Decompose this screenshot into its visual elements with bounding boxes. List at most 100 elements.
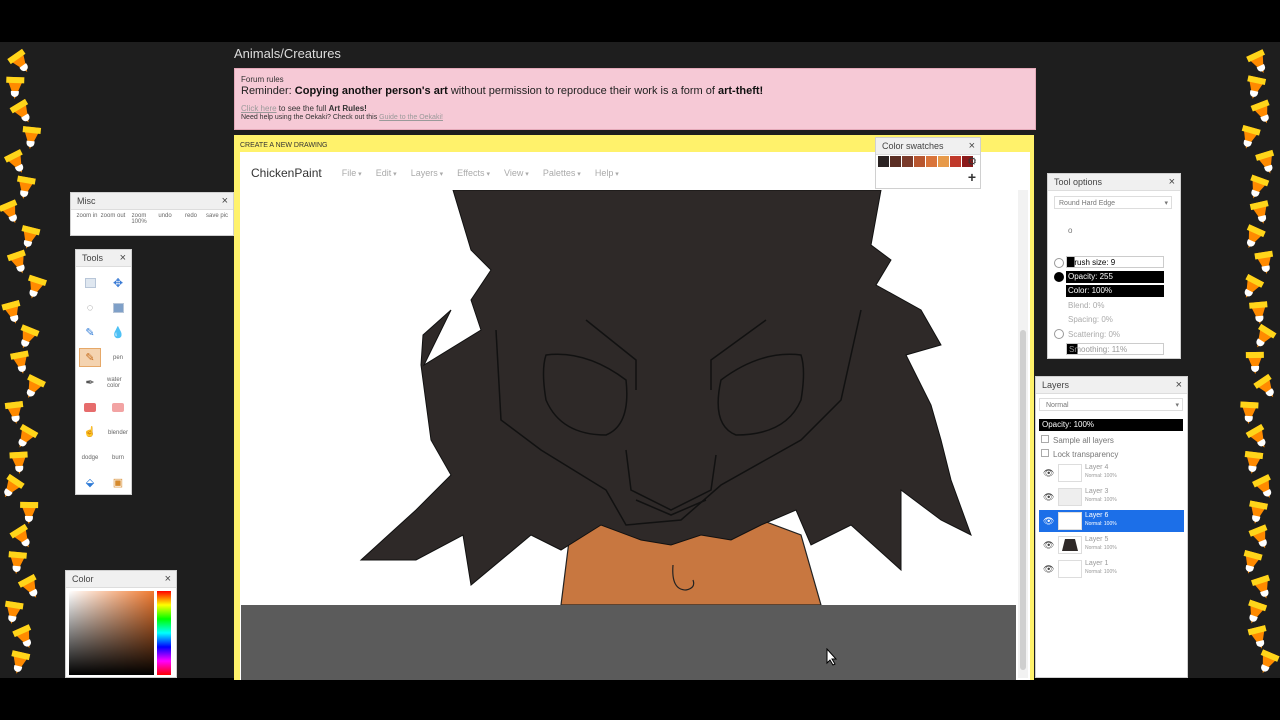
oekaki-guide-link[interactable]: Guide to the Oekaki!	[379, 114, 443, 121]
rect-select-tool[interactable]	[79, 273, 101, 292]
layer-mode: Normal: 100%	[1085, 473, 1117, 479]
menu-palettes[interactable]: Palettes	[543, 168, 581, 178]
save-pic-button[interactable]: save pic	[204, 213, 230, 225]
blend-slider[interactable]: Blend: 0%	[1066, 299, 1164, 312]
layers-title-text: Layers	[1042, 380, 1070, 390]
menu-help[interactable]: Help	[595, 168, 619, 178]
blend-mode-select[interactable]: Normal ▾	[1039, 398, 1183, 411]
tool-options-panel: Tool options × Round Hard Edge ▾ o Brush s…	[1047, 173, 1181, 359]
layer-item-4[interactable]: 👁 Layer 4 Normal: 100%	[1039, 462, 1184, 484]
gear-icon[interactable]: ⚙	[967, 155, 977, 168]
layer-item-5[interactable]: 👁 Layer 5 Normal: 100%	[1039, 534, 1184, 556]
drawing-canvas[interactable]	[241, 190, 1016, 605]
layer-opacity-label: Opacity: 100%	[1042, 420, 1095, 429]
color-swatch[interactable]	[902, 156, 913, 167]
opacity-slider[interactable]: Opacity: 255	[1066, 270, 1164, 283]
color-swatch[interactable]	[938, 156, 949, 167]
fill-tool[interactable]: 💧	[107, 323, 129, 342]
eye-icon[interactable]: 👁	[1043, 468, 1054, 479]
close-icon[interactable]: ×	[165, 571, 171, 587]
free-select-tool[interactable]: ◌	[79, 298, 101, 317]
close-icon[interactable]: ×	[222, 193, 228, 209]
layer-item-1[interactable]: 👁 Layer 1 Normal: 100%	[1039, 558, 1184, 580]
menu-view[interactable]: View	[504, 168, 529, 178]
layer-opacity-slider[interactable]: Opacity: 100%	[1039, 419, 1183, 431]
candy-corn-icon	[10, 350, 32, 376]
eye-icon[interactable]: 👁	[1043, 540, 1054, 551]
brush-size-slider[interactable]: Brush size: 9	[1066, 256, 1164, 268]
eye-icon[interactable]: 👁	[1043, 492, 1054, 503]
color-swatch[interactable]	[926, 156, 937, 167]
color-swatch[interactable]	[890, 156, 901, 167]
airbrush-tool[interactable]: ✒	[79, 373, 101, 392]
tool-options-title-text: Tool options	[1054, 177, 1103, 187]
smoothing-slider[interactable]: Smoothing: 11%	[1066, 343, 1164, 355]
close-icon[interactable]: ×	[1169, 174, 1175, 190]
eraser-tool[interactable]	[79, 398, 101, 417]
menu-effects[interactable]: Effects	[457, 168, 490, 178]
hue-slider[interactable]	[157, 591, 171, 675]
soft-eraser-tool[interactable]	[107, 398, 129, 417]
gradient-tool[interactable]	[107, 298, 129, 317]
move-tool[interactable]: ✥	[107, 273, 129, 292]
droplet-icon: 💧	[111, 327, 125, 339]
close-icon[interactable]: ×	[969, 138, 975, 154]
rect-select-icon	[84, 277, 96, 288]
redo-button[interactable]: redo	[178, 213, 204, 225]
reminder-bold2: art-theft!	[718, 85, 764, 97]
tool-options-title: Tool options ×	[1048, 174, 1180, 191]
zoom-in-button[interactable]: zoom in	[74, 213, 100, 225]
pen-label: pen	[112, 354, 123, 361]
pencil-tool[interactable]: ✎	[79, 323, 101, 342]
color-swatch[interactable]	[950, 156, 961, 167]
pen-tool[interactable]: pen	[107, 348, 129, 367]
breadcrumb[interactable]: Animals/Creatures	[234, 46, 341, 61]
burn-tool[interactable]: burn	[107, 448, 129, 467]
watercolor-tool[interactable]: water color	[107, 373, 129, 392]
zoom-out-button[interactable]: zoom out	[100, 213, 126, 225]
scrollbar-thumb[interactable]	[1020, 330, 1026, 670]
eyedropper-tool[interactable]: ⬙	[79, 473, 101, 492]
canvas-scrollbar[interactable]	[1018, 190, 1028, 678]
rules-title: Forum rules	[241, 75, 284, 84]
smudge-tool[interactable]: ☝	[79, 423, 101, 442]
scattering-slider[interactable]: Scattering: 0%	[1066, 328, 1164, 341]
eye-icon[interactable]: 👁	[1043, 516, 1054, 527]
opacity-pressure-toggle[interactable]	[1054, 272, 1064, 282]
brush-select[interactable]: Round Hard Edge ▾	[1054, 196, 1172, 209]
misc-items: zoom in zoom out zoom 100% undo redo sav…	[71, 210, 233, 228]
color-title: Color ×	[66, 571, 176, 588]
soft-eraser-icon	[112, 403, 124, 412]
layer-item-3[interactable]: 👁 Layer 3 Normal: 100%	[1039, 486, 1184, 508]
layer-thumbnail	[1058, 488, 1082, 506]
brush-size-pressure-toggle[interactable]	[1054, 258, 1064, 268]
scattering-pressure-toggle[interactable]	[1054, 329, 1064, 339]
close-icon[interactable]: ×	[1176, 377, 1182, 393]
saturation-value-picker[interactable]	[69, 591, 154, 675]
eye-icon[interactable]: 👁	[1043, 564, 1054, 575]
color-swatch[interactable]	[914, 156, 925, 167]
artwork-fur	[359, 190, 972, 586]
candy-corn-icon	[19, 501, 39, 525]
color-swatch[interactable]	[878, 156, 889, 167]
sample-all-checkbox[interactable]	[1041, 435, 1049, 443]
menu-layers[interactable]: Layers	[411, 168, 443, 178]
lock-transparency-checkbox[interactable]	[1041, 449, 1049, 457]
lock-transparency-option[interactable]: Lock transparency	[1041, 449, 1118, 459]
color-picker-tool[interactable]: ▣	[107, 473, 129, 492]
sample-all-layers-option[interactable]: Sample all layers	[1041, 435, 1114, 445]
zoom-100-button[interactable]: zoom 100%	[126, 213, 152, 225]
menu-file[interactable]: File	[342, 168, 362, 178]
art-rules-link[interactable]: Click here	[241, 104, 277, 113]
blender-tool[interactable]: blender	[107, 423, 129, 442]
dodge-tool[interactable]: dodge	[79, 448, 101, 467]
color-slider[interactable]: Color: 100%	[1066, 285, 1164, 297]
add-swatch-icon[interactable]: +	[968, 169, 976, 185]
candy-corn-icon	[1249, 301, 1269, 325]
close-icon[interactable]: ×	[120, 250, 126, 266]
pen-brush-tool[interactable]: ✎	[79, 348, 101, 367]
layer-item-6[interactable]: 👁 Layer 6 Normal: 100%	[1039, 510, 1184, 532]
spacing-slider[interactable]: Spacing: 0%	[1066, 314, 1164, 326]
undo-button[interactable]: undo	[152, 213, 178, 225]
menu-edit[interactable]: Edit	[376, 168, 397, 178]
